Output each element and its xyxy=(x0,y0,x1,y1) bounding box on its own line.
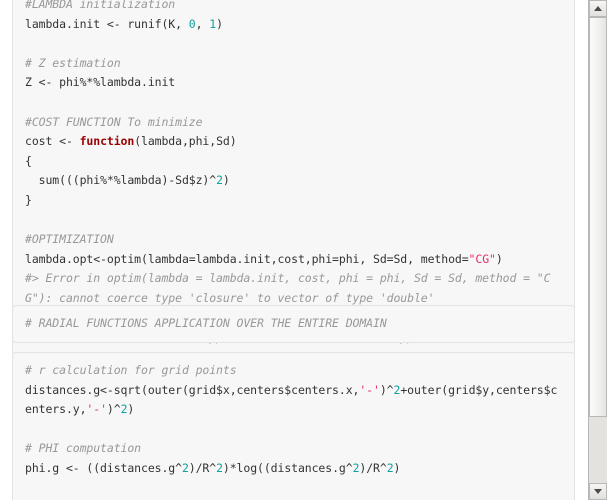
code-line: Z <- phi%*%lambda.init xyxy=(25,75,176,90)
code-line: # RADIAL FUNCTIONS APPLICATION OVER THE … xyxy=(25,316,387,330)
scroll-down-button[interactable] xyxy=(589,483,607,500)
code-chunk-radial-functions-header[interactable]: # RADIAL FUNCTIONS APPLICATION OVER THE … xyxy=(12,305,575,343)
code-chunk-radial-functions-body[interactable]: # r calculation for grid points distance… xyxy=(12,352,575,500)
code-line: } xyxy=(25,192,32,207)
page-scrollbar-thumb[interactable] xyxy=(589,17,607,417)
code-line: # Z estimation xyxy=(25,55,121,70)
code-line: #OPTIMIZATION xyxy=(25,232,114,247)
code-line: # r calculation for grid points xyxy=(25,363,237,377)
code-block-radial-header: # RADIAL FUNCTIONS APPLICATION OVER THE … xyxy=(25,314,562,334)
code-chunk-lambda-optimization[interactable]: #LAMBDA initialization lambda.init <- ru… xyxy=(12,0,575,357)
code-line: #LAMBDA initialization xyxy=(25,0,176,11)
scroll-down-arrow-icon xyxy=(594,489,602,494)
code-line: distances.g<-sqrt(outer(grid$x,centers$c… xyxy=(25,382,558,417)
page-scrollbar[interactable] xyxy=(588,0,607,500)
document-body: #LAMBDA initialization lambda.init <- ru… xyxy=(0,0,588,500)
code-line: cost <- function(lambda,phi,Sd) xyxy=(25,134,237,149)
code-line: #COST FUNCTION To minimize xyxy=(25,114,203,129)
code-block-lambda-optimization: #LAMBDA initialization lambda.init <- ru… xyxy=(25,0,562,348)
scroll-up-arrow-icon xyxy=(594,6,602,11)
code-block-radial-body: # r calculation for grid points distance… xyxy=(25,361,562,500)
code-line: # PHI computation xyxy=(25,441,142,456)
code-line: lambda.opt<-optim(lambda=lambda.init,cos… xyxy=(25,251,503,266)
code-output-line: #> Error in optim(lambda = lambda.init, … xyxy=(25,271,551,305)
code-line: { xyxy=(25,153,32,168)
page-scrollbar-track[interactable] xyxy=(589,17,607,483)
code-line: phi.g <- ((distances.g^2)/R^2)*log((dist… xyxy=(25,460,401,475)
code-line: lambda.init <- runif(K, 0, 1) xyxy=(25,16,223,31)
browser-viewport: #LAMBDA initialization lambda.init <- ru… xyxy=(0,0,607,500)
scroll-up-button[interactable] xyxy=(589,0,607,17)
inner-scrollbar[interactable] xyxy=(569,0,588,500)
code-line: sum(((phi%*%lambda)-Sd$z)^2) xyxy=(25,173,230,188)
